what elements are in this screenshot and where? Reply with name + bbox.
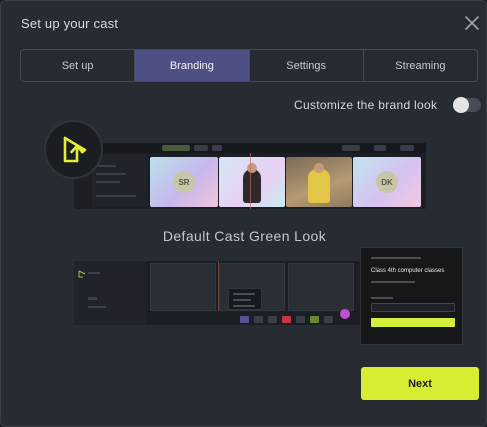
default-preview-image[interactable] [74,261,360,325]
preview-video-tile: DK [353,157,421,207]
participant-figure [243,163,261,203]
tab-settings[interactable]: Settings [250,50,364,81]
brand-logo-upload[interactable] [44,120,103,179]
preview-video-tile [219,157,285,207]
preview-divider [250,153,251,209]
preview-sidebar-line [96,195,136,197]
popup-title: Class 4th computer classes [371,268,445,274]
preview-topbar-chip [194,145,208,151]
preview-menu [228,288,262,310]
preview-menu-line [233,293,255,295]
preview-sidebar [74,261,146,325]
participant-initials: SR [173,171,195,193]
preview-sidebar-line [96,181,120,183]
customize-brand-toggle[interactable] [453,97,482,113]
preview-control-button [268,316,277,323]
cast-logo-icon [63,136,87,163]
preview-join-popup: Class 4th computer classes [360,247,463,345]
preview-topbar [74,143,426,153]
preview-topbar-chip [400,145,414,151]
popup-subtitle [371,281,415,283]
participant-head [314,163,324,173]
preview-sidebar-line [88,306,106,308]
next-button[interactable]: Next [361,367,479,400]
tab-streaming[interactable]: Streaming [364,50,477,81]
customize-brand-row: Customize the brand look [294,97,482,113]
cast-logo-icon [78,270,86,278]
preview-topbar-chip [212,145,222,151]
preview-topbar-chip [162,145,190,151]
preview-sidebar-line [88,272,100,274]
dialog-title: Set up your cast [21,16,119,31]
preset-name: Default Cast Green Look [162,228,327,244]
customize-brand-label: Customize the brand look [294,98,438,112]
preview-video-tile [150,263,216,311]
preview-control-button [282,316,291,323]
preview-control-button [254,316,263,323]
tab-setup[interactable]: Set up [21,50,136,81]
preview-control-button [310,316,319,323]
popup-caption [371,257,421,259]
popup-join-button [371,318,455,327]
close-icon[interactable] [463,14,481,32]
preview-avatar-dot [340,309,350,319]
preview-sidebar-line [88,297,97,300]
preview-menu-line [233,305,255,307]
participant-initials: DK [376,171,398,193]
preview-video-tile [286,157,352,207]
toggle-knob [453,97,470,113]
setup-tabs: Set up Branding Settings Streaming [20,49,478,82]
preview-topbar-chip [374,145,386,151]
preview-video-tile [288,263,354,311]
popup-field-label [371,297,393,299]
preview-video-tile: SR [150,157,218,207]
brand-preview-image: SR DK [74,143,426,209]
participant-head [247,163,257,173]
setup-cast-dialog: Set up your cast Set up Branding Setting… [0,0,487,427]
preview-menu-line [233,299,251,301]
preview-control-button [240,316,249,323]
preview-control-button [324,316,333,323]
popup-name-input [371,303,455,312]
participant-figure [308,163,330,203]
preview-topbar-chip [342,145,360,151]
tab-branding[interactable]: Branding [135,50,250,81]
preview-divider [218,261,219,311]
preview-control-button [296,316,305,323]
